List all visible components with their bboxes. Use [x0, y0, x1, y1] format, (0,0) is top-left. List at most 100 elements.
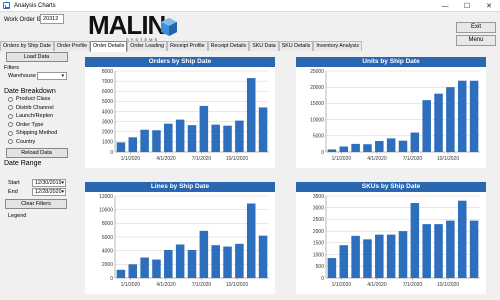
bar — [457, 200, 467, 278]
x-tick-label: 7/1/2020 — [192, 156, 212, 162]
bar — [398, 231, 408, 278]
tab-order-details[interactable]: Order Details — [90, 41, 128, 52]
bar — [140, 129, 149, 152]
title-bar: Analysis Charts — ☐ ✕ — [0, 0, 500, 12]
x-tick-label: 1/1/2020 — [121, 282, 141, 288]
warehouse-select[interactable]: ▾ — [37, 72, 67, 80]
end-date-input[interactable]: 12/28/2020 ▾ — [32, 188, 66, 196]
y-tick-label: 2000 — [102, 262, 113, 268]
bar — [164, 249, 173, 278]
y-tick-label: 4000 — [102, 248, 113, 254]
start-date-input[interactable]: 12/30/2019 ▾ — [32, 179, 66, 187]
y-tick-label: 5000 — [313, 134, 324, 140]
radio-label: Country — [16, 138, 36, 145]
reload-data-button[interactable]: Reload Data — [5, 148, 68, 158]
y-tick-label: 6000 — [102, 235, 113, 241]
bar — [422, 100, 431, 152]
left-panel: Load Data Filters Warehouse ▾ Date Break… — [4, 52, 69, 296]
bar — [223, 125, 232, 152]
tab-strip: Orders by Ship Date Order Profile Order De… — [0, 41, 363, 52]
y-tick-label: 10000 — [99, 207, 113, 213]
skus-chart: SKUs by Ship Date 0 500 1000 1500 2000 2500 30… — [296, 182, 486, 294]
tab-sku-details[interactable]: SKU Details — [278, 41, 314, 51]
y-tick-label: 12000 — [99, 194, 113, 200]
bar — [386, 234, 396, 278]
tab-sku-data[interactable]: SKU Data — [249, 41, 279, 51]
bar — [116, 142, 126, 152]
end-label: End — [8, 189, 18, 195]
start-date-value: 12/30/2019 — [35, 180, 62, 186]
radio-circle[interactable] — [8, 113, 13, 119]
bar — [246, 78, 256, 152]
tab-receipt-details[interactable]: Receipt Details — [207, 41, 250, 51]
x-tick-label: 10/1/2020 — [226, 156, 248, 162]
clear-filters-button[interactable]: Clear Filters — [5, 199, 67, 209]
bar — [351, 235, 360, 278]
bar — [410, 132, 420, 152]
y-tick-label: 5000 — [102, 99, 113, 105]
radio-product-class[interactable]: Product Class — [8, 95, 69, 104]
units-chart-svg: 0 5000 10000 15000 20000 25000 1/1/2020 4/1/202… — [310, 69, 480, 162]
x-tick-label: 10/1/2020 — [226, 282, 248, 288]
y-tick-label: 8000 — [102, 221, 113, 227]
bar — [339, 146, 349, 152]
y-tick-label: 10000 — [310, 117, 324, 123]
radio-circle[interactable] — [8, 130, 13, 136]
tab-receipt-profile[interactable]: Receipt Profile — [167, 41, 208, 51]
radio-launch-replen[interactable]: Launch/Replen — [8, 112, 69, 121]
radio-label: Launch/Replen — [16, 113, 54, 120]
bar — [175, 119, 185, 152]
bar — [140, 257, 149, 278]
work-order-input[interactable] — [40, 14, 64, 24]
maximize-button[interactable]: ☐ — [456, 0, 478, 12]
menu-button[interactable]: Menu — [456, 35, 496, 46]
bar — [327, 149, 337, 152]
radio-circle[interactable] — [8, 122, 13, 128]
tab-order-profile[interactable]: Order Profile — [54, 41, 91, 51]
radio-label: Product Class — [16, 96, 51, 103]
radio-circle[interactable] — [8, 139, 13, 145]
bar — [223, 246, 232, 278]
radio-distrib-channel[interactable]: Distrib Channel — [8, 104, 69, 113]
x-tick-label: 1/1/2020 — [332, 282, 352, 288]
end-date-value: 12/28/2020 — [35, 189, 62, 195]
breakdown-options: Product Class Distrib Channel Launch/Reple… — [4, 95, 69, 146]
cube-icon — [161, 18, 177, 36]
bar — [235, 243, 244, 278]
x-tick-label: 4/1/2020 — [367, 156, 387, 162]
radio-order-type[interactable]: Order Type — [8, 121, 69, 130]
bar — [152, 130, 161, 152]
close-button[interactable]: ✕ — [478, 0, 500, 12]
bar — [199, 105, 209, 152]
legend-label: Legend — [8, 213, 27, 219]
y-tick-label: 8000 — [102, 69, 113, 75]
logo-text: MALIN — [88, 10, 166, 40]
bar — [398, 140, 408, 152]
tab-order-loading[interactable]: Order Loading — [127, 41, 168, 51]
radio-circle[interactable] — [8, 105, 13, 111]
bar — [386, 138, 396, 152]
x-tick-label: 4/1/2020 — [156, 156, 176, 162]
radio-circle[interactable] — [8, 96, 13, 102]
bar — [434, 93, 443, 152]
tab-inventory-analysis[interactable]: Inventory Analysis — [313, 41, 363, 51]
y-tick-label: 0 — [110, 150, 113, 156]
y-tick-label: 3000 — [313, 206, 324, 212]
radio-label: Order Type — [16, 121, 44, 128]
x-tick-label: 10/1/2020 — [437, 282, 459, 288]
exit-button[interactable]: Exit — [456, 22, 496, 33]
load-data-button[interactable]: Load Data — [5, 52, 68, 62]
warehouse-label: Warehouse — [8, 73, 36, 79]
bar — [363, 239, 372, 278]
x-tick-label: 1/1/2020 — [121, 156, 141, 162]
skus-chart-svg: 0 500 1000 1500 2000 2500 3000 3500 1/1/2020 4/1/… — [313, 194, 480, 288]
bar — [211, 245, 220, 278]
bar — [446, 220, 455, 278]
radio-shipping-method[interactable]: Shipping Method — [8, 129, 69, 138]
radio-country[interactable]: Country — [8, 138, 69, 147]
x-tick-label: 10/1/2020 — [437, 156, 459, 162]
minimize-button[interactable]: — — [434, 0, 456, 12]
tab-orders-by-ship-date[interactable]: Orders by Ship Date — [0, 41, 54, 51]
bar — [375, 234, 384, 278]
y-tick-label: 2000 — [313, 229, 324, 235]
